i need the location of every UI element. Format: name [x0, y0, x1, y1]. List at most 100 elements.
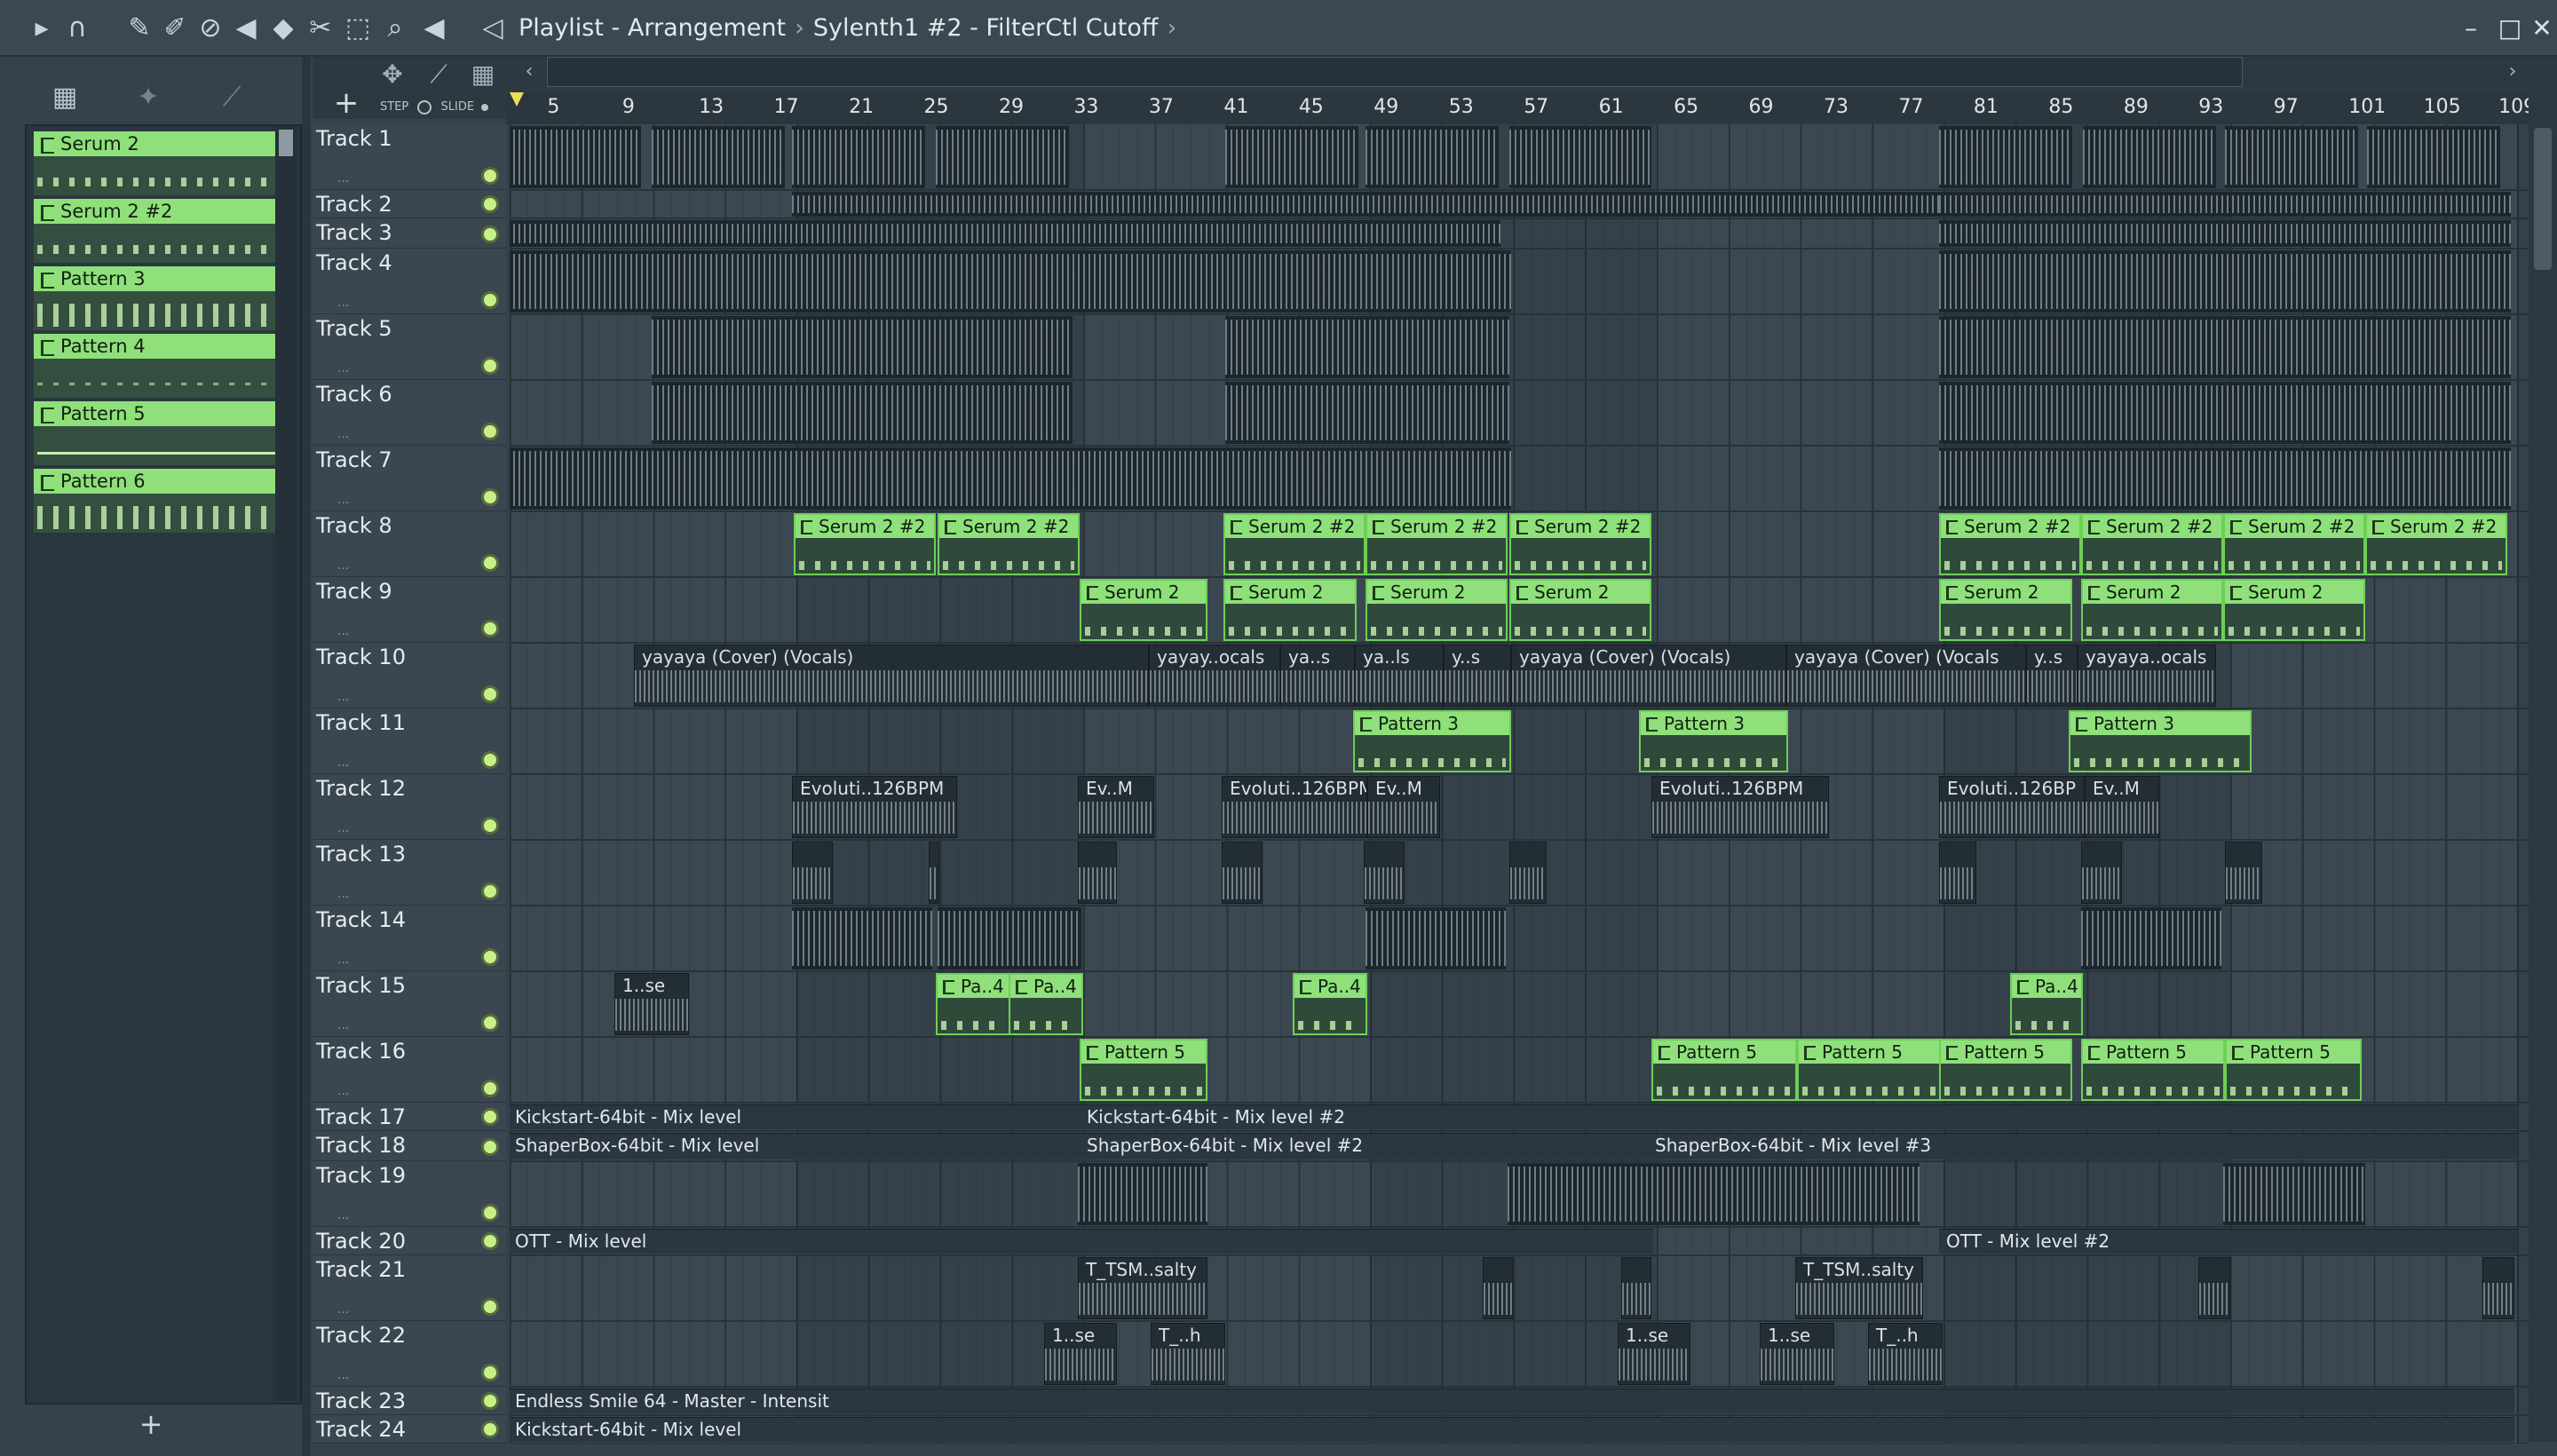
track-mute-led[interactable] — [481, 488, 499, 506]
audio-clip[interactable] — [792, 907, 932, 969]
pattern-clip[interactable]: Pattern 3 — [1353, 710, 1511, 772]
audio-clip[interactable] — [2482, 1257, 2514, 1319]
scrollbar-thumb[interactable] — [2534, 128, 2552, 270]
audio-clip[interactable] — [1621, 1257, 1651, 1319]
track-name[interactable]: Track 18 — [316, 1133, 406, 1158]
audio-clip[interactable] — [510, 447, 1511, 510]
audio-clip[interactable]: 1..se — [1760, 1323, 1834, 1385]
close-button[interactable]: ✕ — [2527, 12, 2557, 44]
automation-clip[interactable]: Kickstart-64bit - Mix level — [510, 1104, 1080, 1129]
picker-scrollbar[interactable] — [275, 126, 297, 1401]
select-icon[interactable]: ⬚ — [341, 11, 375, 46]
audio-clip[interactable] — [1225, 382, 1509, 444]
pattern-clip[interactable]: Pa..4 — [1009, 973, 1083, 1035]
track-header[interactable]: Track 22... — [313, 1321, 506, 1387]
audio-clip[interactable] — [792, 126, 925, 188]
song-overview[interactable] — [547, 57, 2243, 87]
track-name[interactable]: Track 17 — [316, 1104, 406, 1129]
track-mute-led[interactable] — [481, 226, 499, 243]
automation-clip[interactable]: Endless Smile 64 - Master - Intensit — [510, 1389, 2514, 1413]
audio-clip[interactable] — [2225, 126, 2358, 188]
audio-clip[interactable]: T_TSM..salty — [1795, 1257, 1923, 1319]
audio-clip[interactable]: ya..s — [1280, 645, 1355, 707]
automation-clip[interactable]: ShaperBox-64bit - Mix level — [510, 1133, 1080, 1159]
pencil-icon[interactable]: ✎ — [123, 11, 156, 46]
track-mute-led[interactable] — [481, 1364, 499, 1381]
pattern-clip[interactable]: Serum 2 #2 — [1939, 513, 2081, 575]
automation-icon[interactable]: ⟋ — [210, 76, 254, 119]
vertical-scrollbar[interactable] — [2529, 92, 2557, 1442]
audio-clip[interactable]: 1..se — [1044, 1323, 1117, 1385]
track-mute-led[interactable] — [481, 167, 499, 185]
track-name[interactable]: Track 16 — [316, 1039, 406, 1064]
audio-clip[interactable] — [1508, 1163, 1920, 1225]
pattern-clip[interactable]: Pattern 5 — [1080, 1039, 1207, 1101]
pattern-clip[interactable]: Serum 2 #2 — [1366, 513, 1508, 575]
audio-clip[interactable] — [510, 126, 641, 188]
speaker-icon[interactable]: ◁ — [476, 11, 510, 46]
pattern-clip[interactable]: Pa..4 — [1293, 973, 1367, 1035]
audio-clip[interactable] — [792, 192, 1964, 217]
track-name[interactable]: Track 24 — [316, 1417, 406, 1442]
step-checkbox[interactable] — [417, 99, 432, 115]
audio-clip[interactable]: Ev..M — [1367, 776, 1440, 838]
pattern-clip[interactable]: Pattern 5 — [2225, 1039, 2362, 1101]
track-header[interactable]: Track 16... — [313, 1037, 506, 1103]
track-name[interactable]: Track 1 — [316, 126, 392, 151]
track-header[interactable]: Track 1... — [313, 124, 506, 190]
audio-clip[interactable] — [1939, 192, 2511, 217]
track-mute-led[interactable] — [481, 620, 499, 637]
pattern-clip[interactable]: Pattern 5 — [1797, 1039, 1941, 1101]
track-header[interactable]: Track 11... — [313, 708, 506, 774]
track-name[interactable]: Track 13 — [316, 842, 406, 866]
pattern-clip[interactable]: Serum 2 — [1223, 579, 1357, 641]
track-name[interactable]: Track 9 — [316, 579, 392, 604]
automation-clip[interactable]: Kickstart-64bit - Mix level #2 — [1080, 1104, 2518, 1129]
track-name[interactable]: Track 14 — [316, 907, 406, 932]
audio-clip[interactable] — [2081, 907, 2221, 969]
audio-clip[interactable] — [1078, 1163, 1207, 1225]
track-header[interactable]: Track 7... — [313, 446, 506, 511]
minimize-button[interactable]: – — [2456, 12, 2486, 44]
pattern-clip[interactable]: Pa..4 — [2010, 973, 2083, 1035]
audio-clip[interactable]: Evoluti..126BPM — [1222, 776, 1367, 838]
picker-item[interactable]: Serum 2 — [34, 131, 297, 195]
audio-clip[interactable] — [2083, 126, 2216, 188]
piano-icon[interactable]: ▦ — [43, 76, 87, 119]
track-header[interactable]: Track 17 — [313, 1103, 506, 1131]
audio-clip[interactable] — [929, 842, 939, 904]
pattern-clip[interactable]: Serum 2 #2 — [1509, 513, 1651, 575]
track-header[interactable]: Track 5... — [313, 314, 506, 380]
track-header[interactable]: Track 4... — [313, 249, 506, 314]
timeline-ruler[interactable]: 5 9 13 17 21 25 29 33 37 41 45 49 53 57 61 65 69 73 77 81 85… — [506, 92, 2536, 124]
track-header[interactable]: Track 14... — [313, 906, 506, 971]
audio-clip[interactable] — [1939, 126, 2072, 188]
track-name[interactable]: Track 15 — [316, 973, 406, 998]
magnet-icon[interactable]: ∩ — [60, 11, 94, 46]
audio-clip[interactable]: Ev..M — [1078, 776, 1154, 838]
audio-clip[interactable] — [2225, 842, 2262, 904]
breadcrumb-target[interactable]: Sylenth1 #2 - FilterCtl Cutoff — [813, 14, 1159, 42]
picker-item[interactable]: Pattern 3 — [34, 266, 297, 330]
track-mute-led[interactable] — [481, 685, 499, 703]
track-header[interactable]: Track 15... — [313, 971, 506, 1037]
audio-clip[interactable] — [1364, 842, 1405, 904]
track-name[interactable]: Track 20 — [316, 1229, 406, 1254]
mute-icon[interactable]: ◀ — [229, 11, 263, 46]
audio-clip[interactable]: Evoluti..126BPM — [792, 776, 957, 838]
audio-clip[interactable] — [1509, 126, 1651, 188]
add-pattern-button[interactable]: + — [133, 1406, 169, 1442]
slide-checkbox[interactable] — [481, 103, 489, 111]
track-mute-led[interactable] — [481, 1420, 499, 1438]
audio-clip[interactable]: Evoluti..126BP — [1939, 776, 2085, 838]
track-header[interactable]: Track 20 — [313, 1227, 506, 1255]
audio-clip[interactable] — [1222, 842, 1263, 904]
pattern-clip[interactable]: Serum 2 — [1939, 579, 2072, 641]
track-header[interactable]: Track 12... — [313, 774, 506, 840]
pattern-clip[interactable]: Serum 2 #2 — [1223, 513, 1366, 575]
pattern-clip[interactable]: Serum 2 #2 — [938, 513, 1080, 575]
picker-item-selected[interactable]: Pattern 6 — [34, 469, 297, 533]
audio-clip[interactable]: Evoluti..126BPM — [1651, 776, 1829, 838]
audio-clip[interactable] — [652, 382, 1073, 444]
pattern-clip[interactable]: Serum 2 #2 — [2223, 513, 2365, 575]
